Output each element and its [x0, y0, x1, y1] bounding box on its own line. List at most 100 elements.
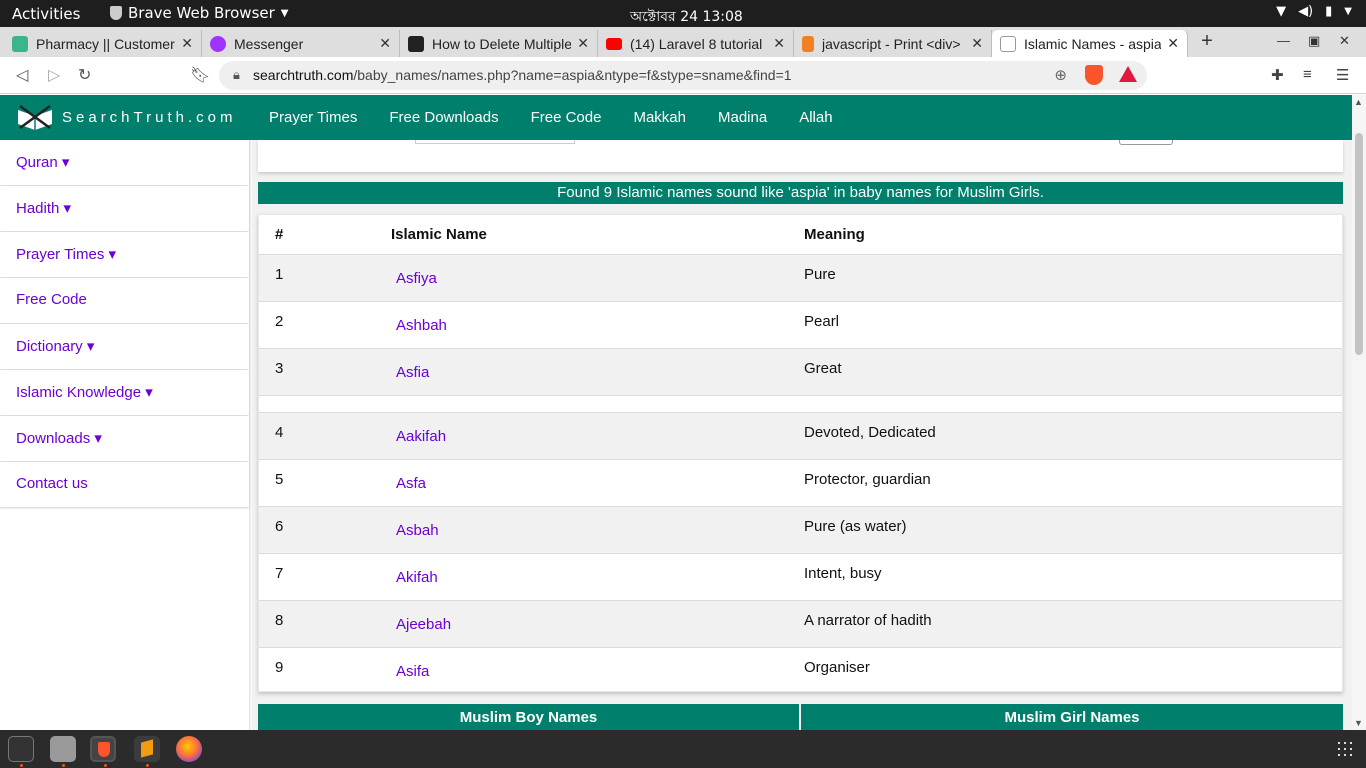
sidebar-item-prayer-times[interactable]: Prayer Times ▾	[0, 232, 249, 277]
pharmacy-favicon-icon	[12, 35, 28, 52]
nav-madina[interactable]: Madina	[718, 109, 767, 126]
top-nav: Prayer Times Free Downloads Free Code Ma…	[269, 109, 833, 126]
restore-icon[interactable]: ▣	[1308, 33, 1320, 49]
tab-stackoverflow[interactable]: javascript - Print <div> ✕	[794, 30, 992, 57]
nav-makkah[interactable]: Makkah	[633, 109, 686, 126]
brave-rewards-icon[interactable]	[1119, 66, 1137, 82]
minimize-icon[interactable]: —	[1277, 33, 1290, 48]
close-tab-icon[interactable]: ✕	[181, 35, 193, 52]
sidebar-item-quran[interactable]: Quran ▾	[0, 140, 249, 185]
name-link[interactable]: Asifa	[396, 663, 429, 680]
media-icon[interactable]: ≡	[1303, 66, 1312, 83]
close-tab-icon[interactable]: ✕	[577, 35, 589, 52]
running-indicator	[146, 764, 149, 767]
show-apps-icon[interactable]	[1338, 742, 1352, 756]
main-content: Found 9 Islamic names sound like 'aspia'…	[252, 140, 1352, 730]
name-meaning: A narrator of hadith	[804, 612, 932, 629]
scroll-up-icon[interactable]: ▲	[1354, 97, 1363, 107]
table-row: 9 Asifa Organiser	[259, 647, 1342, 694]
tab-strip: Pharmacy || Customer ✕ Messenger ✕ How t…	[0, 27, 1366, 57]
sidebar-item-contact-us[interactable]: Contact us	[0, 462, 249, 507]
brand-text: SearchTruth.com	[62, 108, 237, 126]
nav-free-code[interactable]: Free Code	[531, 109, 602, 126]
close-tab-icon[interactable]: ✕	[773, 35, 785, 52]
name-link[interactable]: Ashbah	[396, 317, 447, 334]
scroll-down-icon[interactable]: ▼	[1354, 718, 1363, 728]
results-table: # Islamic Name Meaning 1 Asfiya Pure 2 A…	[258, 214, 1343, 692]
tab-pharmacy[interactable]: Pharmacy || Customer ✕	[4, 30, 202, 57]
muslim-boy-names-button[interactable]: Muslim Boy Names	[258, 704, 799, 730]
lock-icon: 🔒︎	[233, 67, 240, 82]
table-row: 5 Asfa Protector, guardian	[259, 459, 1342, 506]
nav-prayer-times[interactable]: Prayer Times	[269, 109, 357, 126]
address-bar[interactable]: 🔒︎ searchtruth.com/baby_names/names.php?…	[219, 61, 1147, 90]
nav-free-downloads[interactable]: Free Downloads	[389, 109, 498, 126]
row-number: 2	[275, 313, 284, 330]
muslim-girl-names-button[interactable]: Muslim Girl Names	[801, 704, 1343, 730]
brave-browser-icon[interactable]	[90, 736, 116, 762]
activities-button[interactable]: Activities	[12, 5, 80, 23]
sidebar-item-islamic-knowledge[interactable]: Islamic Knowledge ▾	[0, 370, 249, 415]
sidebar-item-dictionary[interactable]: Dictionary ▾	[0, 324, 249, 369]
running-indicator	[62, 764, 65, 767]
find-button[interactable]	[1119, 140, 1173, 145]
extensions-icon[interactable]: ✚	[1271, 66, 1284, 84]
name-link[interactable]: Asfiya	[396, 270, 437, 287]
menu-icon[interactable]: ☰	[1336, 66, 1349, 84]
files-icon[interactable]	[50, 736, 76, 762]
sidebar-item-hadith[interactable]: Hadith ▾	[0, 186, 249, 231]
tab-youtube[interactable]: (14) Laravel 8 tutorial ✕	[598, 30, 794, 57]
name-link[interactable]: Aakifah	[396, 428, 446, 445]
tab-delete-multiple[interactable]: How to Delete Multiple ✕	[400, 30, 598, 57]
name-link[interactable]: Asfa	[396, 475, 426, 492]
bookmark-icon[interactable]: 🔖︎	[190, 65, 210, 85]
sidebar: Quran ▾ Hadith ▾ Prayer Times ▾ Free Cod…	[0, 140, 250, 730]
name-meaning: Protector, guardian	[804, 471, 931, 488]
forward-icon[interactable]: ▷	[48, 65, 60, 85]
system-top-bar: Activities Brave Web Browser ▼ অক্টোবর 2…	[0, 0, 1366, 27]
brave-shield-icon[interactable]	[1085, 65, 1103, 85]
terminal-icon[interactable]	[8, 736, 34, 762]
site-logo[interactable]: SearchTruth.com	[16, 104, 237, 130]
name-link[interactable]: Ajeebah	[396, 616, 451, 633]
name-meaning: Intent, busy	[804, 565, 882, 582]
name-link[interactable]: Asfia	[396, 364, 429, 381]
close-tab-icon[interactable]: ✕	[1167, 35, 1179, 52]
name-link[interactable]: Akifah	[396, 569, 438, 586]
row-number: 4	[275, 424, 284, 441]
reload-icon[interactable]: ↻	[78, 65, 91, 85]
table-row: 3 Asfia Great	[259, 348, 1342, 395]
name-meaning: Great	[804, 360, 842, 377]
site-favicon-icon	[408, 35, 424, 52]
url-text[interactable]: searchtruth.com/baby_names/names.php?nam…	[253, 67, 792, 83]
volume-icon: ◀)	[1298, 4, 1314, 19]
table-row: 2 Ashbah Pearl	[259, 301, 1342, 348]
name-meaning: Organiser	[804, 659, 870, 676]
sublime-text-icon[interactable]	[134, 736, 160, 762]
name-search-input[interactable]	[415, 140, 575, 144]
close-tab-icon[interactable]: ✕	[971, 35, 983, 52]
system-tray[interactable]: ▼ ◀) ▮ ▼	[1276, 4, 1352, 19]
tab-islamic-names[interactable]: Islamic Names - aspia ✕	[992, 30, 1188, 57]
header-meaning: Meaning	[804, 226, 865, 243]
nav-allah[interactable]: Allah	[799, 109, 832, 126]
name-meaning: Devoted, Dedicated	[804, 424, 936, 441]
app-menu[interactable]: Brave Web Browser ▼	[110, 4, 288, 22]
name-meaning: Pure (as water)	[804, 518, 907, 535]
back-icon[interactable]: ◁	[16, 65, 28, 85]
name-link[interactable]: Asbah	[396, 522, 439, 539]
wifi-icon: ▼	[1276, 4, 1287, 19]
close-window-icon[interactable]: ✕	[1339, 33, 1350, 49]
new-tab-button[interactable]: +	[1196, 31, 1218, 51]
table-row: 7 Akifah Intent, busy	[259, 553, 1342, 600]
add-icon[interactable]: ⊕	[1054, 66, 1067, 84]
sidebar-item-downloads[interactable]: Downloads ▾	[0, 416, 249, 461]
page-scrollbar[interactable]: ▲ ▼	[1352, 95, 1366, 730]
clock[interactable]: অক্টোবর 24 13:08	[630, 5, 743, 29]
table-header: # Islamic Name Meaning	[259, 215, 1342, 254]
tab-messenger[interactable]: Messenger ✕	[202, 30, 400, 57]
firefox-icon[interactable]	[176, 736, 202, 762]
scroll-thumb[interactable]	[1355, 133, 1363, 355]
close-tab-icon[interactable]: ✕	[379, 35, 391, 52]
sidebar-item-free-code[interactable]: Free Code	[0, 278, 249, 323]
